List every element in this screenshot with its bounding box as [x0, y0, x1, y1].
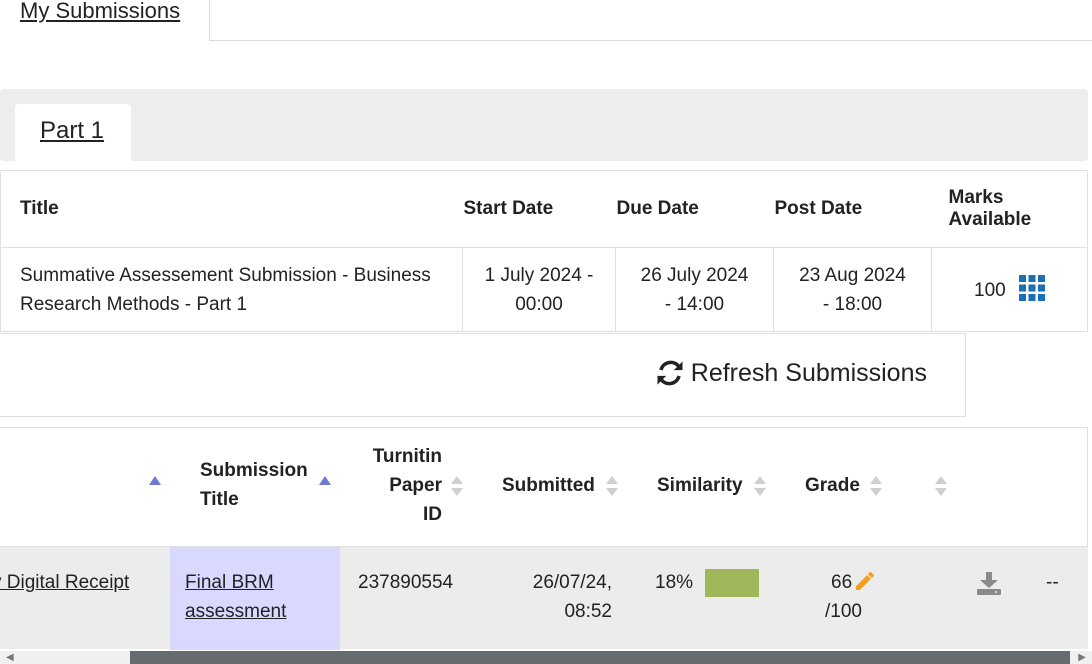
sort-both-icon[interactable]	[450, 474, 464, 498]
start-date-line2: 00:00	[515, 293, 563, 315]
paper-id: 237890554	[358, 572, 454, 593]
pencil-icon[interactable]	[853, 569, 877, 593]
assignment-title-line1: Summative Assessement Submission - Busin…	[20, 264, 431, 286]
header-turnitin-paper-id[interactable]: Turnitin Paper ID	[366, 442, 442, 529]
tab-my-submissions-label[interactable]: My Submissions	[20, 0, 180, 23]
assignment-start-date: 1 July 2024 - 00:00	[462, 247, 616, 332]
sort-both-icon[interactable]	[605, 474, 619, 498]
header-post-date: Post Date	[773, 170, 932, 248]
assignment-due-date: 26 July 2024 - 14:00	[615, 247, 774, 332]
assignment-title-line2: Research Methods - Part 1	[20, 293, 248, 315]
header-marks-line1: Marks	[948, 187, 1004, 208]
grid-icon[interactable]	[1018, 274, 1045, 301]
header-start-date: Start Date	[462, 170, 616, 248]
header-paper-id-line1: Turnitin	[372, 446, 442, 467]
similarity-bar[interactable]	[705, 569, 759, 597]
due-date-line2: - 14:00	[664, 293, 725, 315]
similarity-score[interactable]: 18%	[655, 568, 693, 597]
submitted-date-line2: 08:52	[564, 601, 612, 622]
submissions-header-row: Submission Title Turnitin Paper ID Submi…	[0, 428, 1088, 546]
tab-part-1-label[interactable]: Part 1	[40, 117, 104, 144]
digital-receipt-label[interactable]: v Digital Receipt	[0, 572, 129, 593]
header-marks-line2: Available	[948, 209, 1032, 230]
scroll-right-icon[interactable]: ▶	[1078, 652, 1086, 663]
digital-receipt-link[interactable]: v Digital Receipt	[0, 568, 129, 597]
post-date-line1: 23 Aug 2024	[799, 264, 906, 286]
part-tabs-panel: Part 1	[0, 89, 1088, 161]
horizontal-scrollbar[interactable]: ◀ ▶	[0, 651, 1092, 664]
header-due-date: Due Date	[615, 170, 774, 248]
download-icon[interactable]	[976, 571, 1002, 595]
sort-both-icon[interactable]	[869, 474, 883, 498]
header-similarity[interactable]: Similarity	[657, 471, 743, 500]
header-submitted[interactable]: Submitted	[502, 471, 595, 500]
start-date-line1: 1 July 2024 -	[484, 264, 594, 286]
submission-title-line1[interactable]: Final BRM	[185, 572, 274, 593]
header-marks-available: Marks Available	[931, 170, 1088, 248]
refresh-icon	[657, 360, 683, 386]
scroll-left-icon[interactable]: ◀	[6, 652, 14, 663]
submission-row: v Digital Receipt Final BRM assessment 2…	[0, 546, 1088, 650]
top-tab-strip: My Submissions	[0, 0, 1092, 41]
post-date-line2: - 18:00	[822, 293, 883, 315]
tab-strip-divider	[209, 40, 1092, 41]
header-submission-title-line2: Title	[200, 489, 239, 510]
sort-asc-icon[interactable]	[318, 474, 332, 498]
grade-value: 66	[831, 572, 853, 593]
header-grade[interactable]: Grade	[805, 471, 860, 500]
assignment-row: Summative Assessement Submission - Busin…	[0, 247, 1088, 332]
due-date-line1: 26 July 2024	[640, 264, 749, 286]
header-paper-id-line3: ID	[423, 504, 442, 525]
submission-title-link[interactable]: Final BRM assessment	[185, 568, 286, 626]
last-column-value: --	[1046, 572, 1059, 593]
submitted-date-line1: 26/07/24,	[532, 572, 612, 593]
sort-both-icon[interactable]	[753, 474, 767, 498]
assignment-marks: 100	[931, 247, 1088, 332]
assignment-header-row: Title Start Date Due Date Post Date Mark…	[0, 170, 1088, 248]
submission-title-line2[interactable]: assessment	[185, 601, 286, 622]
header-paper-id-line2: Paper	[389, 475, 442, 496]
refresh-submissions-button[interactable]: Refresh Submissions	[655, 358, 927, 388]
tab-my-submissions[interactable]: My Submissions	[0, 0, 210, 41]
sort-both-icon[interactable]	[934, 474, 948, 498]
marks-value: 100	[974, 279, 1006, 301]
submissions-table: Submission Title Turnitin Paper ID Submi…	[0, 427, 1088, 650]
header-submission-title-line1: Submission	[200, 460, 308, 481]
scrollbar-thumb[interactable]	[130, 651, 1070, 664]
header-submission-title[interactable]: Submission Title	[200, 456, 308, 514]
assignment-title: Summative Assessement Submission - Busin…	[0, 247, 463, 332]
header-title: Title	[0, 170, 463, 248]
refresh-submissions-label[interactable]: Refresh Submissions	[691, 359, 927, 387]
grade-total: /100	[825, 601, 862, 622]
refresh-bar: Refresh Submissions	[0, 333, 966, 417]
assignment-post-date: 23 Aug 2024 - 18:00	[773, 247, 932, 332]
sort-asc-icon[interactable]	[148, 474, 162, 498]
assignment-table: Title Start Date Due Date Post Date Mark…	[0, 170, 1088, 332]
tab-part-1[interactable]: Part 1	[15, 104, 131, 161]
submitted-date: 26/07/24, 08:52	[500, 568, 612, 626]
